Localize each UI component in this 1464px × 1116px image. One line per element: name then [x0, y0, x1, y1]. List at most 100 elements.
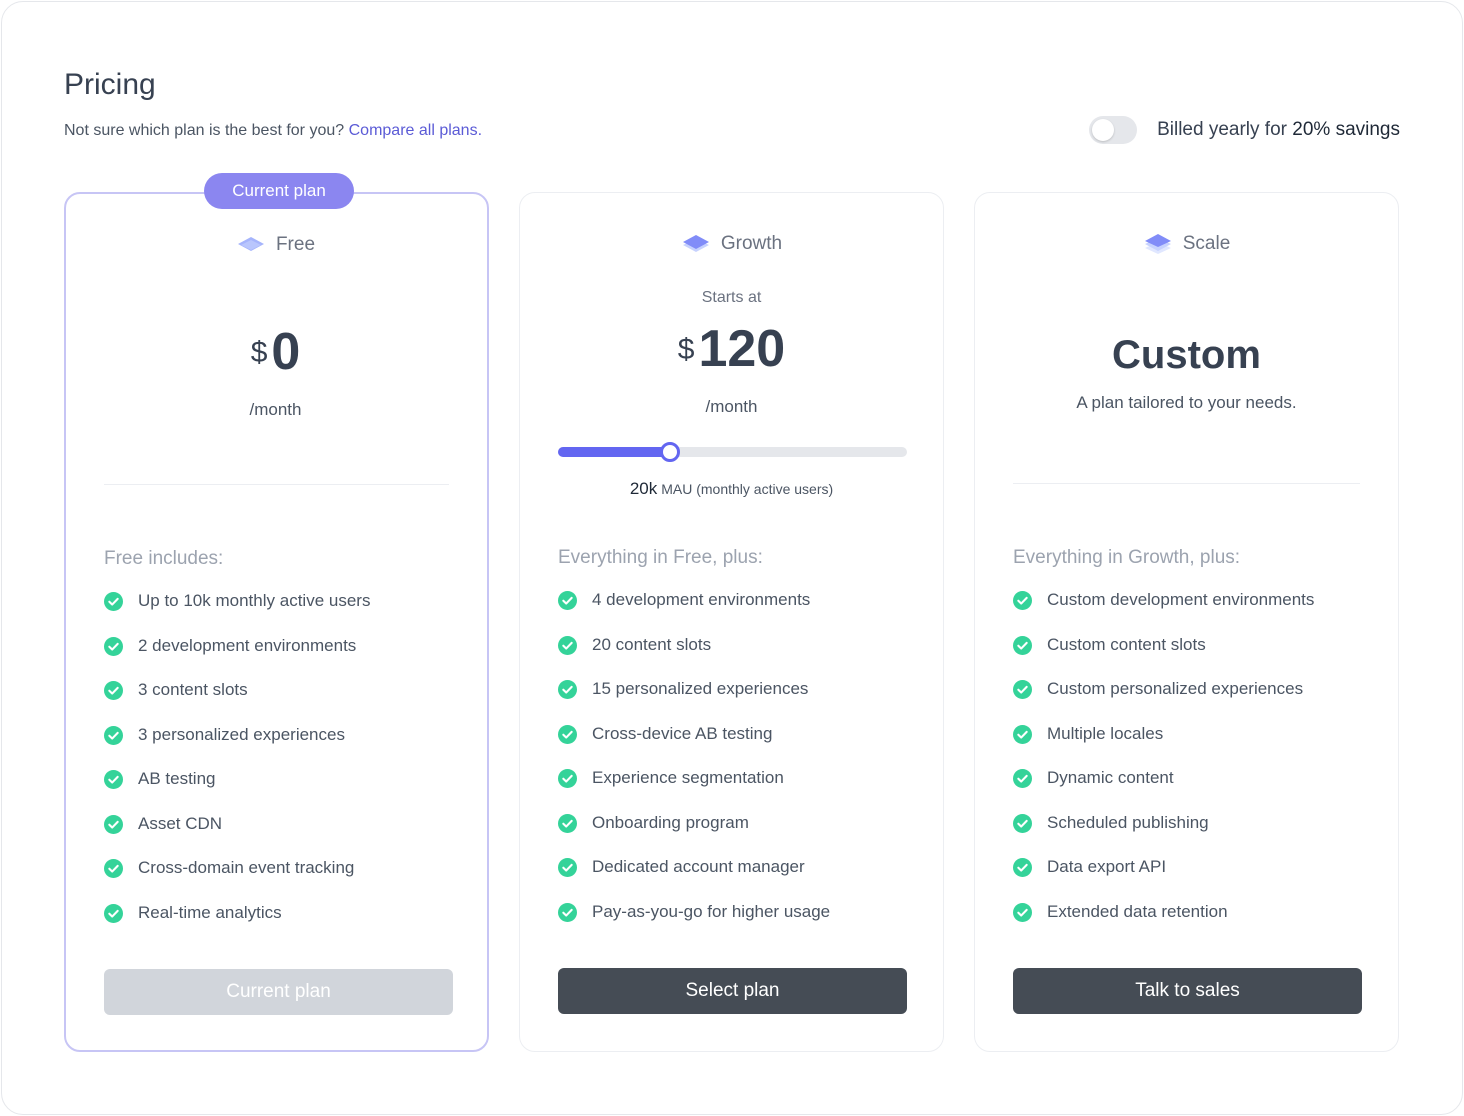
- feature-text: 3 content slots: [138, 680, 248, 699]
- feature-text: Up to 10k monthly active users: [138, 591, 371, 610]
- feature-item: Scheduled publishing: [1013, 813, 1314, 858]
- plan-price: $0: [64, 322, 487, 382]
- layers-icon: [682, 235, 709, 252]
- price-currency: $: [677, 333, 695, 366]
- feature-item: Cross-device AB testing: [558, 724, 830, 769]
- feature-text: 20 content slots: [592, 634, 712, 654]
- feature-item: 3 content slots: [104, 680, 370, 725]
- check-circle-icon: [558, 858, 577, 877]
- select-plan-button[interactable]: Select plan: [558, 968, 907, 1014]
- feature-text: Asset CDN: [138, 813, 223, 833]
- check-circle-icon: [104, 859, 123, 878]
- check-circle-icon: [558, 724, 577, 744]
- starts-at-label: Starts at: [701, 289, 762, 306]
- feature-text: Extended data retention: [1047, 901, 1228, 921]
- mau-value: 20k: [629, 479, 658, 498]
- price-period: /month: [705, 397, 758, 416]
- check-circle-icon: [104, 725, 123, 745]
- feature-item: Onboarding program: [558, 813, 830, 858]
- feature-text: Pay-as-you-go for higher usage: [592, 901, 831, 921]
- feature-item: 15 personalized experiences: [558, 679, 830, 724]
- check-circle-icon: [558, 813, 577, 833]
- feature-text: Custom development environments: [1047, 590, 1315, 609]
- check-circle-icon: [1013, 902, 1032, 922]
- slider-thumb[interactable]: [659, 442, 680, 462]
- plan-header: Growth: [520, 233, 943, 255]
- feature-item: Multiple locales: [1013, 724, 1314, 769]
- plan-header: Scale: [975, 233, 1398, 255]
- feature-item: Experience segmentation: [558, 768, 830, 813]
- page-title: Pricing: [64, 68, 156, 101]
- layers-icon: [1144, 234, 1171, 254]
- mau-readout: 20k MAU (monthly active users): [520, 479, 943, 499]
- plan-price: $120: [520, 319, 943, 379]
- feature-item: Extended data retention: [1013, 902, 1314, 947]
- billing-prefix: Billed yearly for: [1157, 119, 1287, 140]
- feature-item: Custom personalized experiences: [1013, 679, 1314, 724]
- feature-item: Data export API: [1013, 857, 1314, 902]
- feature-text: Experience segmentation: [592, 768, 784, 787]
- billing-label: Billed yearly for 20% savings: [1157, 119, 1400, 141]
- includes-title: Everything in Growth, plus:: [1013, 547, 1241, 568]
- toggle-knob: [1092, 119, 1115, 141]
- talk-to-sales-button[interactable]: Talk to sales: [1013, 968, 1362, 1014]
- price-period: /month: [249, 400, 302, 419]
- check-circle-icon: [1013, 724, 1032, 744]
- mau-slider[interactable]: [558, 442, 907, 462]
- billed-yearly-toggle[interactable]: [1089, 116, 1138, 144]
- feature-text: 4 development environments: [592, 590, 811, 609]
- check-circle-icon: [104, 636, 123, 656]
- check-circle-icon: [104, 592, 123, 611]
- feature-text: Custom personalized experiences: [1047, 679, 1304, 698]
- check-circle-icon: [1013, 813, 1032, 833]
- plan-card-scale: Scale Custom A plan tailored to your nee…: [974, 192, 1399, 1052]
- check-circle-icon: [104, 903, 123, 923]
- current-plan-badge: Current plan: [204, 173, 354, 209]
- custom-price-title: Custom: [1112, 333, 1261, 377]
- price-amount: 120: [698, 320, 786, 378]
- plan-name: Free: [275, 234, 316, 255]
- check-circle-icon: [558, 902, 577, 922]
- check-circle-icon: [558, 635, 577, 655]
- check-circle-icon: [104, 770, 123, 789]
- plan-card-growth: Growth Starts at $120 /month 20k MAU (mon…: [519, 192, 944, 1052]
- plan-name: Growth: [720, 233, 783, 254]
- feature-list: Custom development environments Custom co…: [1013, 590, 1314, 946]
- price-amount: 0: [271, 323, 301, 381]
- billing-toggle-group: Billed yearly for 20% savings: [1089, 114, 1400, 146]
- plan-card-free: Current plan Free $0 /month Free include…: [64, 173, 489, 1052]
- includes-title: Everything in Free, plus:: [558, 547, 763, 568]
- feature-text: Multiple locales: [1047, 723, 1164, 743]
- feature-text: Cross-device AB testing: [592, 723, 773, 743]
- feature-item: Cross-domain event tracking: [104, 858, 370, 903]
- feature-item: Dedicated account manager: [558, 857, 830, 902]
- includes-title: Free includes:: [104, 548, 224, 569]
- feature-text: 15 personalized experiences: [592, 679, 809, 698]
- feature-item: AB testing: [104, 769, 370, 814]
- feature-list: Up to 10k monthly active users 2 developm…: [104, 591, 370, 947]
- feature-item: Real-time analytics: [104, 903, 370, 948]
- current-plan-button[interactable]: Current plan: [104, 969, 453, 1015]
- feature-item: 4 development environments: [558, 590, 830, 635]
- compare-plans-link[interactable]: Compare all plans.: [349, 122, 482, 139]
- feature-item: 20 content slots: [558, 635, 830, 680]
- feature-text: Dynamic content: [1047, 768, 1174, 787]
- feature-text: Custom content slots: [1047, 634, 1206, 654]
- plan-header: Free: [64, 234, 487, 256]
- check-circle-icon: [1013, 858, 1032, 877]
- feature-item: Custom content slots: [1013, 635, 1314, 680]
- feature-list: 4 development environments 20 content slo…: [558, 590, 830, 946]
- check-circle-icon: [104, 681, 123, 700]
- custom-price-subtitle: A plan tailored to your needs.: [1076, 393, 1297, 412]
- subtitle-text: Not sure which plan is the best for you?: [64, 122, 345, 139]
- feature-text: Dedicated account manager: [592, 857, 805, 876]
- slider-fill: [558, 447, 670, 457]
- card-divider: [104, 484, 449, 485]
- feature-text: 2 development environments: [138, 635, 357, 655]
- check-circle-icon: [1013, 635, 1032, 655]
- feature-item: 3 personalized experiences: [104, 725, 370, 770]
- page-subtitle: Not sure which plan is the best for you?…: [64, 122, 482, 140]
- check-circle-icon: [1013, 591, 1032, 610]
- feature-text: Real-time analytics: [138, 902, 282, 922]
- feature-item: 2 development environments: [104, 636, 370, 681]
